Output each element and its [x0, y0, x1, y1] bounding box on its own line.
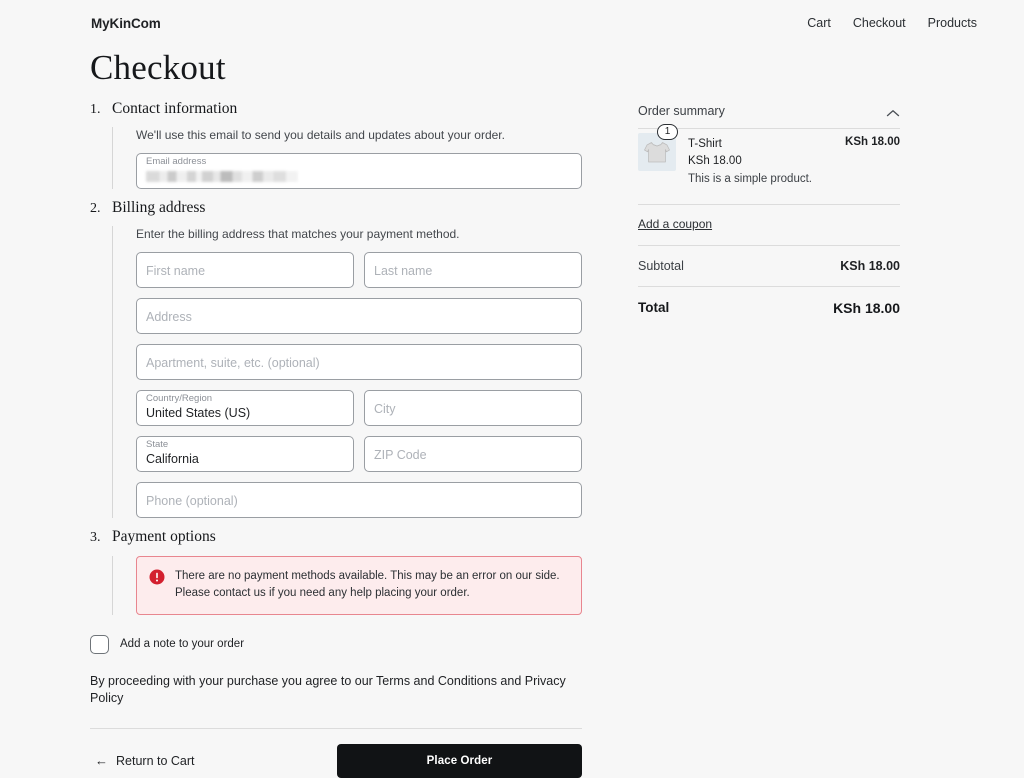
error-circle-icon	[149, 569, 165, 585]
first-name-placeholder: First name	[146, 264, 205, 279]
section-payment-heading: 3. Payment options	[90, 528, 582, 546]
address-field[interactable]: Address	[136, 298, 582, 334]
product-quantity-badge: 1	[657, 124, 678, 140]
state-select[interactable]: State California	[136, 436, 354, 472]
apartment-placeholder: Apartment, suite, etc. (optional)	[146, 356, 320, 371]
billing-description: Enter the billing address that matches y…	[136, 226, 582, 242]
product-unit-price: KSh 18.00	[688, 153, 845, 170]
city-field[interactable]: City	[364, 390, 582, 426]
subtotal-label: Subtotal	[638, 259, 684, 273]
contact-description: We'll use this email to send you details…	[136, 127, 582, 143]
terms-text: By proceeding with your purchase you agr…	[90, 673, 582, 708]
total-row: Total KSh 18.00	[638, 287, 900, 329]
coupon-row: Add a coupon	[638, 205, 900, 245]
order-note-checkbox[interactable]	[90, 635, 109, 654]
phone-placeholder: Phone (optional)	[146, 494, 238, 509]
subtotal-row: Subtotal KSh 18.00	[638, 246, 900, 286]
section-contact-number: 1.	[90, 102, 112, 118]
section-contact-title: Contact information	[112, 100, 237, 118]
order-note-label: Add a note to your order	[120, 638, 244, 650]
page-title: Checkout	[90, 48, 226, 88]
checkout-form: 1. Contact information We'll use this em…	[90, 100, 582, 778]
payment-error-alert: There are no payment methods available. …	[136, 556, 582, 614]
chevron-up-icon[interactable]	[886, 106, 900, 116]
total-label: Total	[638, 300, 669, 315]
section-billing-address: 2. Billing address Enter the billing add…	[90, 199, 582, 518]
phone-field[interactable]: Phone (optional)	[136, 482, 582, 518]
city-placeholder: City	[374, 402, 396, 417]
section-contact-body: We'll use this email to send you details…	[112, 127, 582, 189]
apartment-field[interactable]: Apartment, suite, etc. (optional)	[136, 344, 582, 380]
address-placeholder: Address	[146, 310, 192, 325]
section-payment-title: Payment options	[112, 528, 216, 546]
email-field-label: Email address	[146, 157, 206, 167]
order-summary-header[interactable]: Order summary	[638, 104, 900, 128]
first-name-field[interactable]: First name	[136, 252, 354, 288]
site-header: MyKinCom Cart Checkout Products	[0, 11, 1024, 35]
section-contact-information: 1. Contact information We'll use this em…	[90, 100, 582, 189]
state-label: State	[146, 440, 168, 450]
payment-error-message: There are no payment methods available. …	[175, 568, 569, 601]
nav-link-cart[interactable]: Cart	[807, 16, 831, 30]
order-summary-panel: Order summary 1 T-Shirt KSh 18	[638, 104, 900, 329]
nav-link-checkout[interactable]: Checkout	[853, 16, 906, 30]
product-info: T-Shirt KSh 18.00 This is a simple produ…	[688, 133, 845, 188]
product-name: T-Shirt	[688, 136, 845, 153]
add-coupon-link[interactable]: Add a coupon	[638, 217, 712, 231]
country-city-row: Country/Region United States (US) City	[136, 390, 582, 436]
order-summary-title: Order summary	[638, 104, 725, 118]
subtotal-value: KSh 18.00	[840, 259, 900, 273]
total-value: KSh 18.00	[833, 300, 900, 316]
zip-code-field[interactable]: ZIP Code	[364, 436, 582, 472]
email-field[interactable]: Email address	[136, 153, 582, 189]
product-description: This is a simple product.	[688, 171, 845, 188]
product-thumbnail-wrap: 1	[638, 133, 676, 171]
nav-link-products[interactable]: Products	[928, 16, 977, 30]
main-navigation: Cart Checkout Products	[807, 16, 977, 30]
order-summary-item: 1 T-Shirt KSh 18.00 This is a simple pro…	[638, 129, 900, 204]
section-billing-heading: 2. Billing address	[90, 199, 582, 217]
arrow-left-icon: ←	[95, 754, 108, 767]
country-region-label: Country/Region	[146, 394, 212, 404]
section-contact-heading: 1. Contact information	[90, 100, 582, 118]
section-billing-number: 2.	[90, 201, 112, 217]
footer-divider	[90, 728, 582, 729]
footer-actions: ← Return to Cart Place Order	[90, 744, 582, 778]
state-value: California	[146, 453, 199, 466]
section-billing-title: Billing address	[112, 199, 205, 217]
section-payment-options: 3. Payment options There are no payment …	[90, 528, 582, 614]
section-payment-number: 3.	[90, 530, 112, 546]
zip-code-placeholder: ZIP Code	[374, 448, 427, 463]
section-payment-body: There are no payment methods available. …	[112, 556, 582, 614]
place-order-button[interactable]: Place Order	[337, 744, 582, 778]
country-region-select[interactable]: Country/Region United States (US)	[136, 390, 354, 426]
checkout-page: MyKinCom Cart Checkout Products Checkout…	[0, 0, 1024, 756]
order-note-row[interactable]: Add a note to your order	[90, 635, 582, 654]
site-logo[interactable]: MyKinCom	[91, 16, 161, 31]
email-field-redacted-value	[146, 171, 298, 182]
product-line-total: KSh 18.00	[845, 133, 900, 188]
last-name-placeholder: Last name	[374, 264, 432, 279]
last-name-field[interactable]: Last name	[364, 252, 582, 288]
section-billing-body: Enter the billing address that matches y…	[112, 226, 582, 518]
state-zip-row: State California ZIP Code	[136, 436, 582, 482]
name-row: First name Last name	[136, 252, 582, 298]
country-region-value: United States (US)	[146, 407, 250, 420]
